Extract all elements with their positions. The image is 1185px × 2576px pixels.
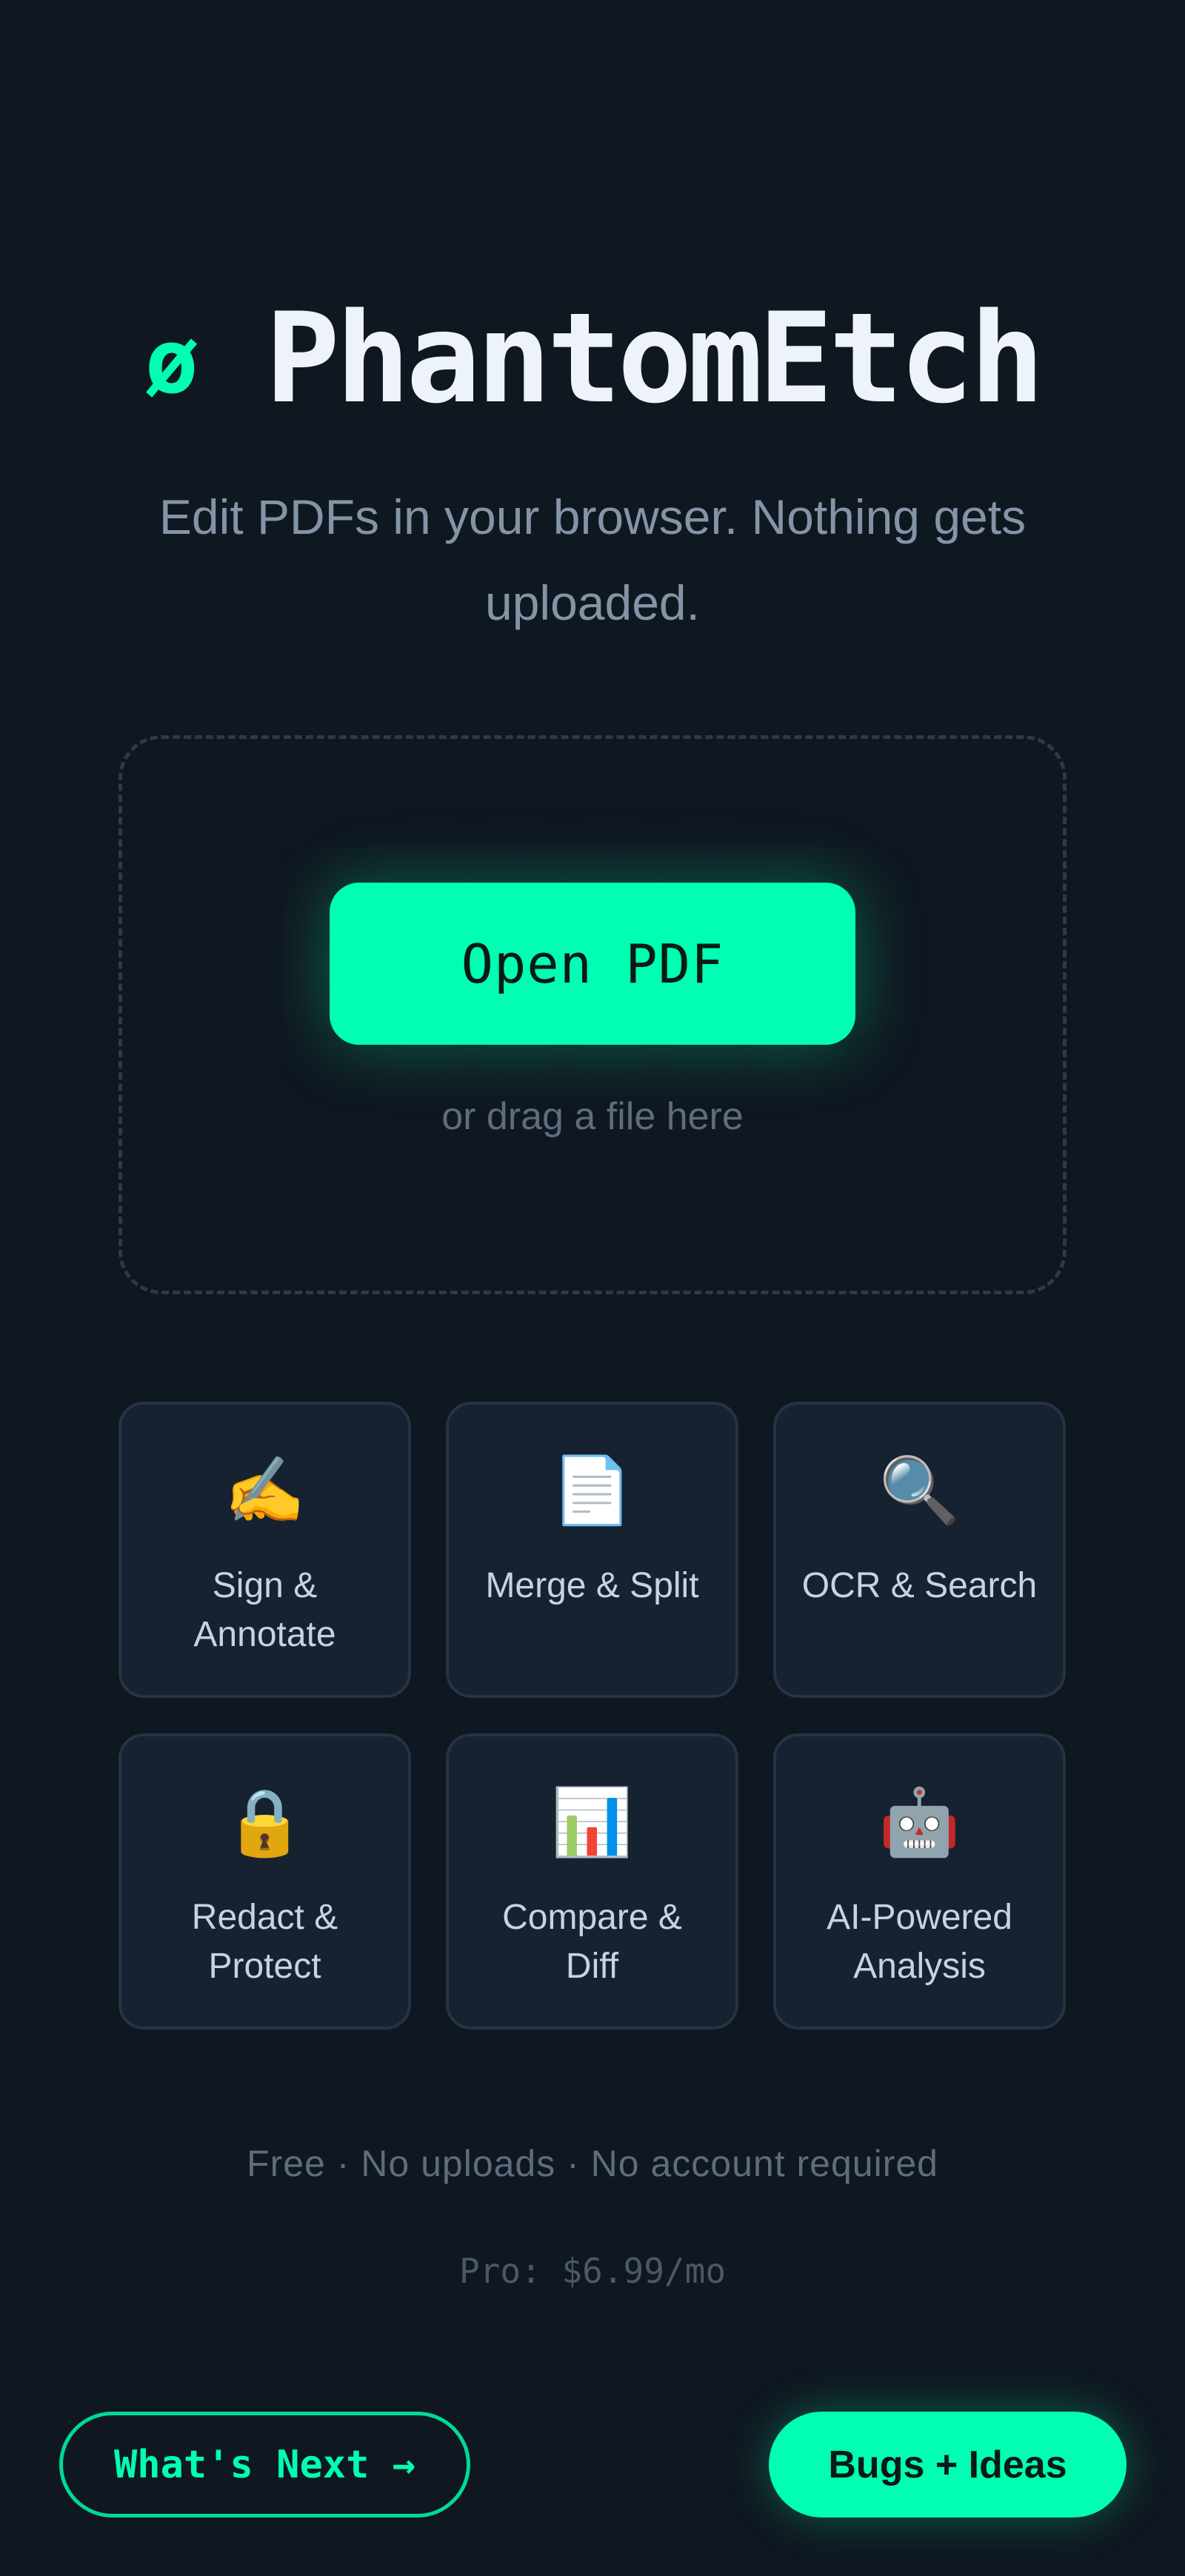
- bugs-ideas-button[interactable]: Bugs + Ideas: [769, 2412, 1126, 2518]
- feature-card-sign-annotate[interactable]: ✍️ Sign & Annotate: [118, 1402, 411, 1698]
- feature-grid: ✍️ Sign & Annotate 📄 Merge & Split 🔍 OCR…: [118, 1402, 1066, 2030]
- document-icon: 📄: [551, 1453, 633, 1527]
- feature-card-ai-analysis[interactable]: 🤖 AI-Powered Analysis: [773, 1733, 1066, 2030]
- feature-card-merge-split[interactable]: 📄 Merge & Split: [446, 1402, 738, 1698]
- feature-label: AI-Powered Analysis: [827, 1898, 1012, 1986]
- feature-label: Compare & Diff: [502, 1898, 682, 1986]
- feature-card-compare-diff[interactable]: 📊 Compare & Diff: [446, 1733, 738, 2030]
- tagline: Edit PDFs in your browser. Nothing gets …: [158, 489, 1027, 630]
- feature-card-ocr-search[interactable]: 🔍 OCR & Search: [773, 1402, 1066, 1698]
- bar-chart-icon: 📊: [551, 1785, 633, 1859]
- drag-hint: or drag a file here: [441, 1095, 744, 1138]
- feature-label: OCR & Search: [801, 1566, 1038, 1605]
- pro-price: Pro: $6.99/mo: [458, 2251, 727, 2291]
- feature-card-redact-protect[interactable]: 🔒 Redact & Protect: [118, 1733, 411, 2030]
- whats-next-button[interactable]: What's Next →: [59, 2412, 470, 2518]
- pricing-summary: Free · No uploads · No account required: [247, 2143, 938, 2184]
- brand-name: PhantomEtch: [264, 286, 1045, 431]
- writing-hand-icon: ✍️: [224, 1453, 306, 1527]
- open-pdf-button[interactable]: Open PDF: [330, 883, 855, 1045]
- feature-label: Sign & Annotate: [193, 1566, 336, 1654]
- feature-label: Redact & Protect: [191, 1898, 338, 1986]
- brand-logo-icon: ø: [144, 311, 198, 414]
- magnifier-icon: 🔍: [878, 1453, 961, 1527]
- lock-icon: 🔒: [224, 1785, 306, 1859]
- brand-header: ø PhantomEtch: [0, 296, 1185, 421]
- robot-icon: 🤖: [878, 1785, 961, 1859]
- feature-label: Merge & Split: [485, 1566, 699, 1605]
